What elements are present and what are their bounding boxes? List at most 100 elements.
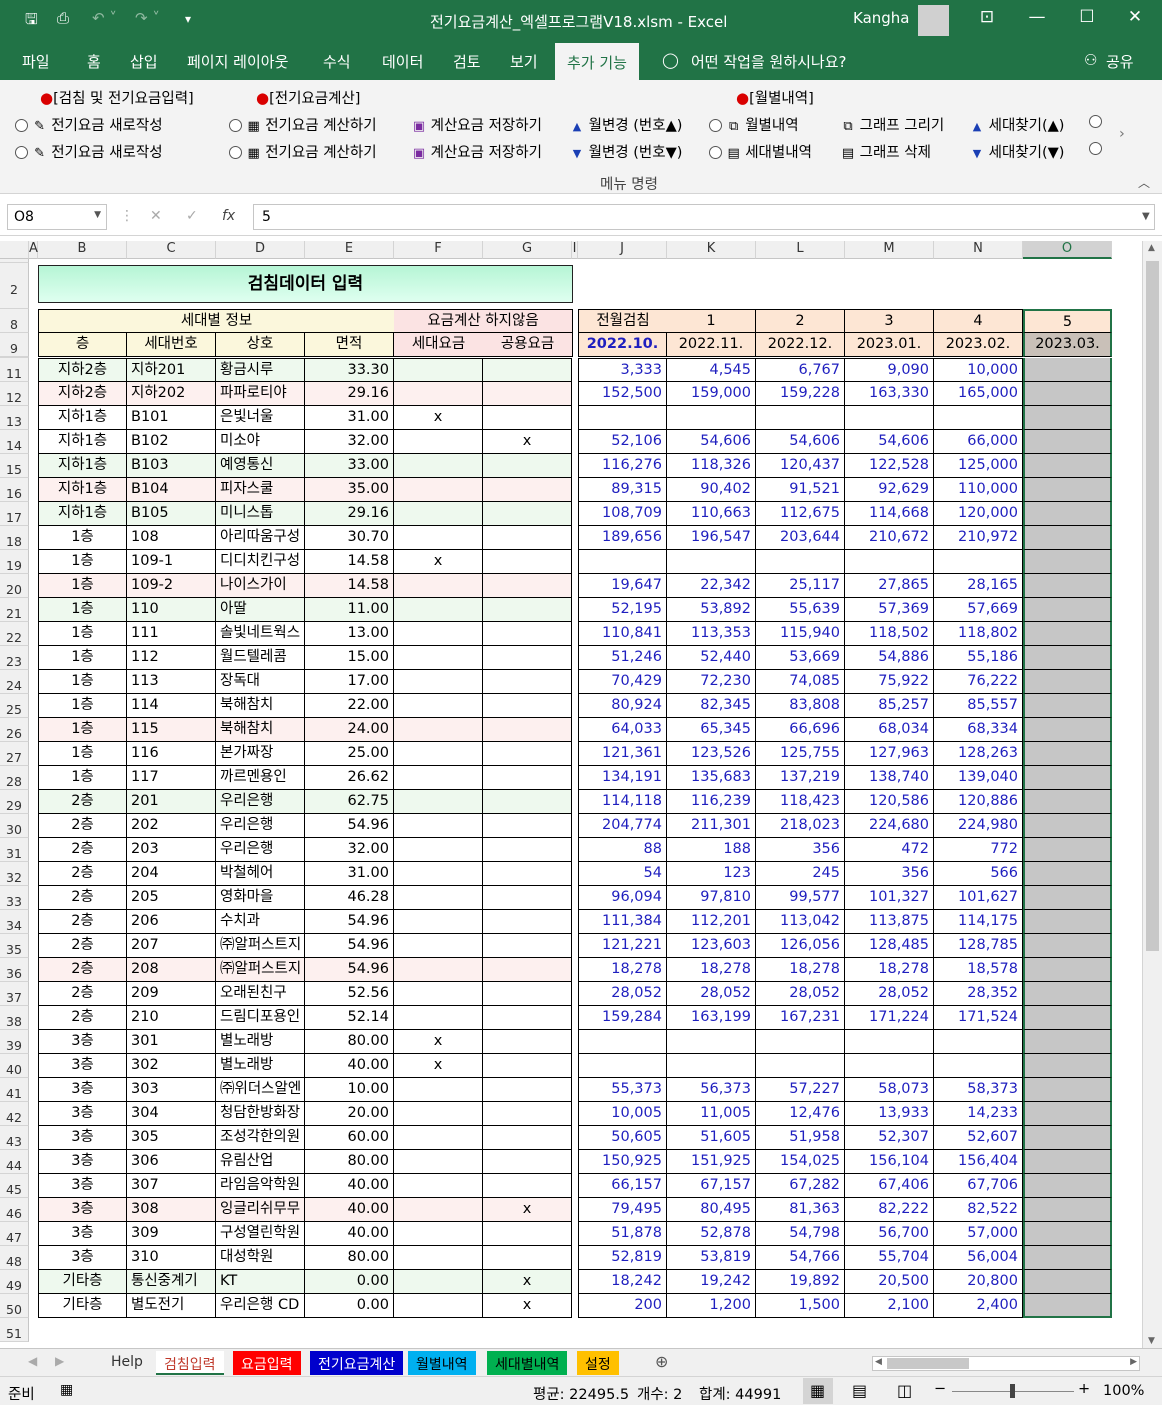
cell-reading[interactable]: 52,819 [578,1246,667,1270]
cell-reading-current[interactable] [1023,934,1112,958]
cell-business-name[interactable]: 별노래방 [216,1030,305,1054]
zoom-in-icon[interactable]: + [1078,1381,1090,1397]
cell-business-name[interactable]: 나이스가이 [216,574,305,598]
column-header-e[interactable]: E [305,241,394,259]
cell-common-fee-flag[interactable] [483,1126,572,1150]
cell-unit-no[interactable]: 305 [127,1126,216,1150]
cell-reading[interactable]: 18,578 [934,958,1023,982]
cell-floor[interactable]: 2층 [38,814,127,838]
cell-reading[interactable]: 19,647 [578,574,667,598]
cell-reading[interactable]: 28,052 [845,982,934,1006]
cell-floor[interactable]: 지하2층 [38,382,127,406]
cell-unit-no[interactable]: 306 [127,1150,216,1174]
cell-business-name[interactable]: 우리은행 [216,814,305,838]
cell-reading[interactable]: 137,219 [756,766,845,790]
cell-unit-fee-flag[interactable] [394,838,483,862]
cell-unit-fee-flag[interactable] [394,1222,483,1246]
cell-reading[interactable]: 57,227 [756,1078,845,1102]
cell-floor[interactable]: 3층 [38,1246,127,1270]
sheet-tab[interactable]: 전기요금계산 [310,1351,404,1375]
row-header[interactable]: 49 [0,1270,29,1294]
column-header-o[interactable]: O [1023,241,1112,259]
cell-reading-current[interactable] [1023,1078,1112,1102]
cell-common-fee-flag[interactable]: x [483,1294,572,1318]
cell-reading[interactable]: 57,369 [845,598,934,622]
cell-reading[interactable]: 114,175 [934,910,1023,934]
cell-area[interactable]: 54.96 [305,910,394,934]
cell-reading[interactable]: 72,230 [667,670,756,694]
tab-data[interactable]: 데이터 [382,51,423,72]
cell-reading[interactable]: 88 [578,838,667,862]
cell-reading-current[interactable] [1023,574,1112,598]
cell-reading[interactable]: 159,284 [578,1006,667,1030]
cell-common-fee-flag[interactable] [483,766,572,790]
cell-reading[interactable]: 204,774 [578,814,667,838]
cell-reading[interactable]: 67,157 [667,1174,756,1198]
cell-reading[interactable]: 19,242 [667,1270,756,1294]
cell-business-name[interactable]: 북해참치 [216,718,305,742]
cell-reading[interactable]: 99,577 [756,886,845,910]
cell-area[interactable]: 11.00 [305,598,394,622]
cell-area[interactable]: 15.00 [305,646,394,670]
cell-reading[interactable]: 52,195 [578,598,667,622]
cell-unit-fee-flag[interactable] [394,622,483,646]
column-header-g[interactable]: G [483,241,572,259]
cell-unit-no[interactable]: 205 [127,886,216,910]
draw-graph-button[interactable]: ⧉ 그래프 그리기 [841,114,944,135]
cell-reading[interactable]: 101,627 [934,886,1023,910]
cell-reading[interactable] [756,550,845,574]
cell-reading-current[interactable] [1023,982,1112,1006]
extra-radio-1[interactable] [1089,114,1102,130]
cell-reading[interactable] [578,1054,667,1078]
cell-unit-no[interactable]: 109-2 [127,574,216,598]
cell-reading[interactable]: 56,700 [845,1222,934,1246]
cell-unit-fee-flag[interactable] [394,526,483,550]
column-header-a[interactable]: A [29,241,38,259]
cell-reading[interactable]: 79,495 [578,1198,667,1222]
cell-unit-fee-flag[interactable] [394,742,483,766]
row-header[interactable]: 2 [0,263,29,309]
cell-business-name[interactable]: 미니스톱 [216,502,305,526]
delete-graph-button[interactable]: ▤ 그래프 삭제 [841,141,931,162]
cell-floor[interactable]: 2층 [38,838,127,862]
row-header[interactable]: 42 [0,1102,29,1126]
zoom-slider-thumb[interactable] [1010,1384,1015,1398]
cell-unit-no[interactable]: 통신중계기 [127,1270,216,1294]
cell-floor[interactable]: 2층 [38,982,127,1006]
cell-reading[interactable] [667,550,756,574]
cell-unit-no[interactable]: 204 [127,862,216,886]
sheet-tab[interactable]: 요금입력 [233,1351,301,1375]
row-header[interactable]: 43 [0,1126,29,1150]
cell-unit-fee-flag[interactable] [394,1198,483,1222]
cell-common-fee-flag[interactable] [483,1246,572,1270]
cell-reading[interactable]: 110,663 [667,502,756,526]
cell-business-name[interactable]: 은빛너울 [216,406,305,430]
cell-area[interactable]: 0.00 [305,1294,394,1318]
page-break-view-icon[interactable]: ◫ [897,1381,912,1400]
cell-reading[interactable] [934,406,1023,430]
cell-common-fee-flag[interactable] [483,550,572,574]
row-header[interactable]: 45 [0,1174,29,1198]
cell-common-fee-flag[interactable] [483,670,572,694]
cell-reading[interactable]: 110,000 [934,478,1023,502]
customize-qat-icon[interactable]: ▾ [185,12,191,26]
cell-business-name[interactable]: 라임음악학원 [216,1174,305,1198]
cell-reading[interactable]: 96,094 [578,886,667,910]
cell-reading-current[interactable] [1023,694,1112,718]
cell-reading[interactable]: 19,892 [756,1270,845,1294]
cell-unit-no[interactable]: 지하202 [127,382,216,406]
cell-unit-no[interactable]: 307 [127,1174,216,1198]
cell-floor[interactable]: 1층 [38,526,127,550]
column-header-j[interactable]: J [578,241,667,259]
cell-unit-no[interactable]: 113 [127,670,216,694]
horizontal-scrollbar[interactable]: ◀ ▶ [872,1356,1140,1371]
ribbon-scroll-right-icon[interactable]: › [1119,126,1125,142]
scroll-thumb[interactable] [1146,261,1159,951]
row-header[interactable]: 30 [0,814,29,838]
column-header-l[interactable]: L [756,241,845,259]
add-sheet-icon[interactable]: ⊕ [655,1352,668,1371]
maximize-icon[interactable]: ☐ [1072,7,1102,27]
cell-reading-current[interactable] [1023,1006,1112,1030]
cell-reading[interactable]: 53,819 [667,1246,756,1270]
cell-reading[interactable]: 28,052 [667,982,756,1006]
